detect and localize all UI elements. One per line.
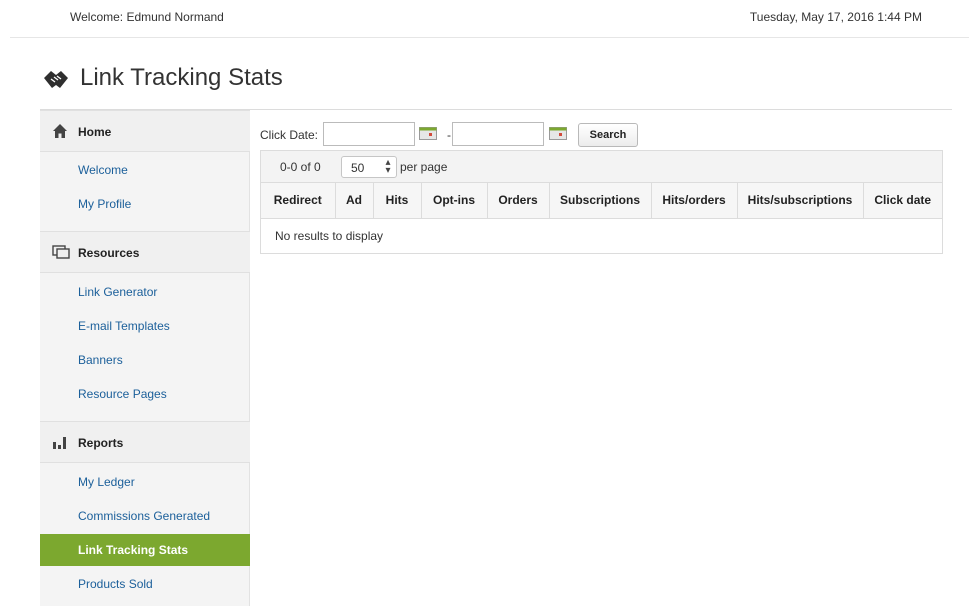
sidebar-item-link-generator[interactable]: Link Generator <box>40 276 250 308</box>
pager: 0-0 of 0 50 ▴ ▾ per page <box>261 151 942 183</box>
per-page-select[interactable]: 50 ▴ ▾ <box>341 156 397 178</box>
column-header-subscriptions[interactable]: Subscriptions <box>549 183 652 219</box>
end-date-input[interactable] <box>452 122 544 146</box>
sidebar-item-welcome[interactable]: Welcome <box>40 154 250 186</box>
select-arrows-icon: ▴ ▾ <box>385 157 391 176</box>
calendar-icon[interactable] <box>549 127 567 140</box>
sidebar-item-commissions-generated[interactable]: Commissions Generated <box>40 500 250 532</box>
calendar-icon[interactable] <box>419 127 437 140</box>
per-page-label: per page <box>400 160 448 174</box>
sidebar-item-my-ledger[interactable]: My Ledger <box>40 466 250 498</box>
column-header-ad[interactable]: Ad <box>335 183 374 219</box>
handshake-icon <box>42 66 70 94</box>
sidebar-item-resource-pages[interactable]: Resource Pages <box>40 378 250 410</box>
sidebar-item-email-templates[interactable]: E-mail Templates <box>40 310 250 342</box>
click-date-label: Click Date: <box>260 128 319 142</box>
page-header: Link Tracking Stats <box>40 62 952 110</box>
column-header-orders[interactable]: Orders <box>487 183 550 219</box>
sidebar-section-home[interactable]: Home <box>40 110 250 152</box>
column-header-hits[interactable]: Hits <box>373 183 422 219</box>
sidebar-section-label: Home <box>78 125 112 139</box>
table-header-row: Redirect Ad Hits Opt-ins Orders Subscrip… <box>261 183 942 219</box>
sidebar: Home Welcome My Profile Resources Link G… <box>40 110 250 606</box>
sidebar-item-link-tracking-stats[interactable]: Link Tracking Stats <box>40 534 250 566</box>
sidebar-item-my-profile[interactable]: My Profile <box>40 188 250 220</box>
current-datetime: Tuesday, May 17, 2016 1:44 PM <box>749 10 922 24</box>
sidebar-item-banners[interactable]: Banners <box>40 344 250 376</box>
sidebar-section-reports[interactable]: Reports <box>40 421 250 463</box>
home-icon <box>52 123 68 139</box>
per-page-value: 50 <box>351 161 365 175</box>
column-header-opt-ins[interactable]: Opt-ins <box>421 183 488 219</box>
monitor-icon <box>52 244 70 260</box>
sidebar-section-resources[interactable]: Resources <box>40 231 250 273</box>
date-separator: - <box>447 128 451 142</box>
result-count: 0-0 of 0 <box>280 160 321 174</box>
empty-message: No results to display <box>275 228 384 243</box>
start-date-input[interactable] <box>323 122 415 146</box>
bar-chart-icon <box>52 434 68 450</box>
column-header-click-date[interactable]: Click date <box>863 183 942 219</box>
top-bar: Welcome: Edmund Normand Tuesday, May 17,… <box>0 0 969 36</box>
header-divider <box>10 37 969 38</box>
sidebar-section-label: Reports <box>78 436 124 450</box>
table-row: No results to display <box>261 218 942 253</box>
date-filter: Click Date: - Search <box>260 120 943 148</box>
page-title: Link Tracking Stats <box>80 64 283 91</box>
welcome-text: Welcome: Edmund Normand <box>70 10 224 24</box>
column-header-redirect[interactable]: Redirect <box>261 183 336 219</box>
results-table: Redirect Ad Hits Opt-ins Orders Subscrip… <box>261 183 942 253</box>
column-header-hits-subscriptions[interactable]: Hits/subscriptions <box>737 183 864 219</box>
column-header-hits-orders[interactable]: Hits/orders <box>651 183 738 219</box>
results-table-panel: 0-0 of 0 50 ▴ ▾ per page Redirect Ad Hits… <box>260 150 943 254</box>
search-button[interactable]: Search <box>578 123 638 147</box>
sidebar-section-label: Resources <box>78 246 140 260</box>
sidebar-item-products-sold[interactable]: Products Sold <box>40 568 250 600</box>
